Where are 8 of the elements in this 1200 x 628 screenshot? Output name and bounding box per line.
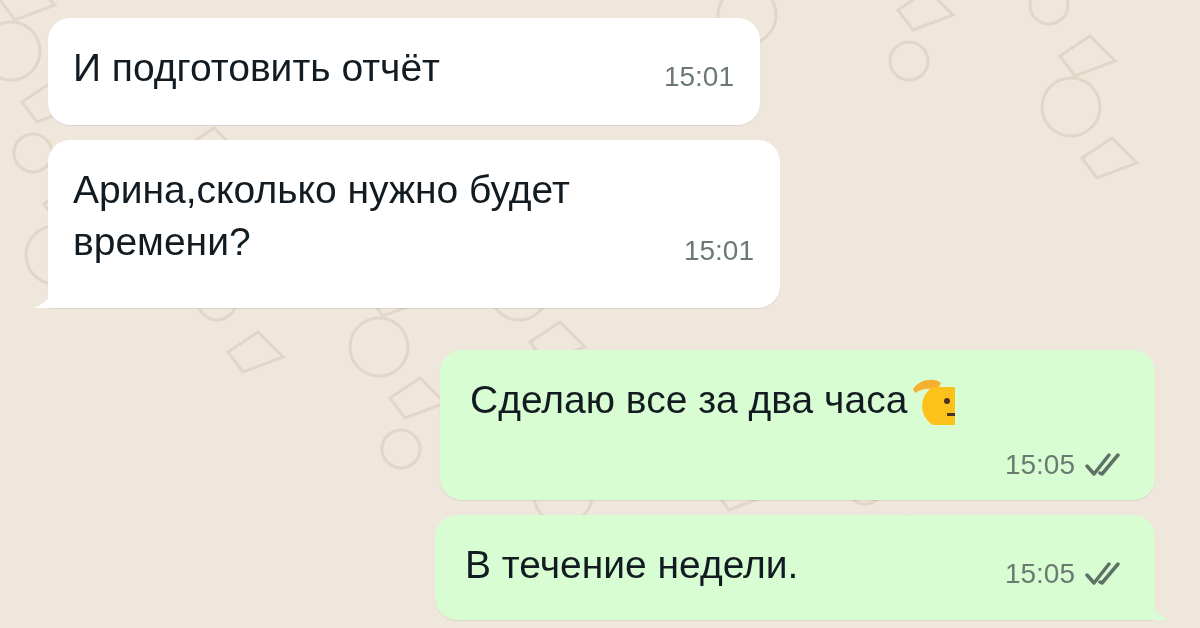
message-text: И подготовить отчёт (73, 45, 440, 91)
message-time: 15:01 (663, 60, 734, 94)
message-time: 15:05 (1004, 557, 1075, 591)
message-text: В течение недели. (465, 542, 799, 588)
message-time: 15:01 (683, 234, 754, 268)
message-text: Сделаю все за два часа (470, 377, 908, 423)
message-time: 15:05 (1004, 448, 1075, 482)
message-text: Арина,сколько нужно будет времени? (73, 167, 571, 265)
